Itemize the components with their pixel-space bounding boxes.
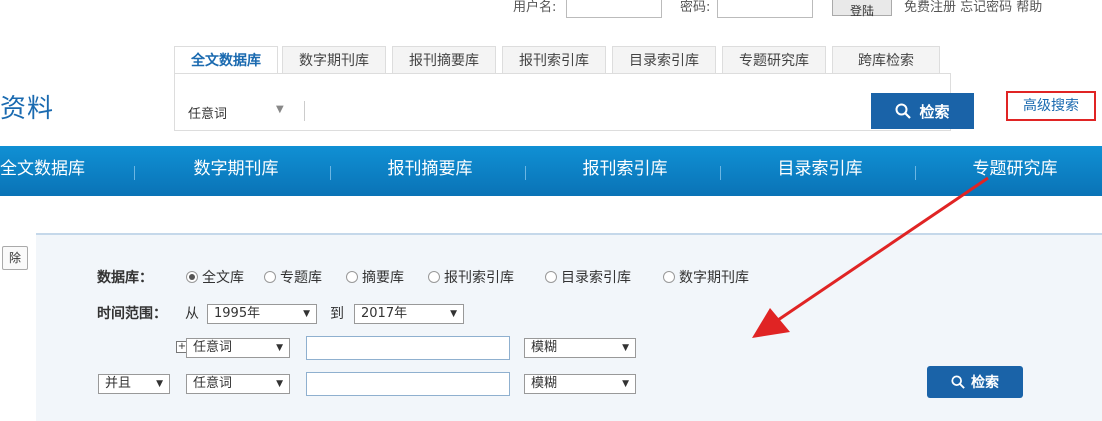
password-input[interactable] [717, 0, 813, 18]
radio-label: 报刊索引库 [444, 270, 514, 286]
login-strip: 用户名: 密码: 登陆 免费注册 忘记密码 帮助 [0, 0, 1102, 34]
row1-match-select[interactable]: 模糊 ▼ [524, 338, 636, 358]
row1-field-select[interactable]: 任意词 ▼ [186, 338, 290, 358]
site-logo: 资料 [0, 94, 55, 124]
search-divider [304, 101, 305, 121]
tab-cross-search[interactable]: 跨库检索 [832, 46, 940, 74]
search-button-label: 检索 [919, 102, 950, 121]
to-year-select[interactable]: 2017年 ▼ [354, 304, 464, 324]
tab-fulltext[interactable]: 全文数据库 [174, 46, 278, 74]
radio-index[interactable]: 报刊索引库 [428, 267, 514, 287]
radio-selected-icon [186, 271, 198, 283]
advanced-search-link[interactable]: 高级搜索 [1006, 91, 1096, 121]
row2-field-value: 任意词 [193, 376, 233, 391]
tab-catalog-index[interactable]: 目录索引库 [612, 46, 716, 74]
to-label: 到 [330, 306, 344, 322]
main-nav [0, 146, 1102, 196]
username-input[interactable] [566, 0, 662, 18]
login-button[interactable]: 登陆 [832, 0, 892, 18]
nav-catalog-index[interactable]: 目录索引库 [760, 146, 880, 196]
nav-digital-journal[interactable]: 数字期刊库 [176, 146, 296, 196]
nav-abstract[interactable]: 报刊摘要库 [370, 146, 490, 196]
search-button[interactable]: 检索 [871, 93, 974, 129]
radio-icon [428, 271, 440, 283]
row2-logic-value: 并且 [105, 376, 132, 391]
radio-catalog-index[interactable]: 目录索引库 [545, 267, 631, 287]
chevron-down-icon: ▼ [303, 309, 310, 319]
to-year-value: 2017年 [361, 306, 408, 321]
row1-field-value: 任意词 [193, 340, 233, 355]
nav-separator [915, 166, 916, 180]
submit-label: 检索 [971, 375, 999, 391]
from-year-select[interactable]: 1995年 ▼ [207, 304, 317, 324]
row1-keyword-input[interactable] [306, 336, 510, 360]
advanced-search-submit-button[interactable]: 检索 [927, 366, 1023, 398]
chevron-down-icon: ▼ [276, 379, 283, 389]
chevron-down-icon: ▼ [622, 343, 629, 353]
search-input[interactable] [310, 98, 869, 126]
tab-abstract[interactable]: 报刊摘要库 [392, 46, 496, 74]
radio-icon [346, 271, 358, 283]
radio-abstract[interactable]: 摘要库 [346, 267, 404, 287]
row2-field-select[interactable]: 任意词 ▼ [186, 374, 290, 394]
from-year-value: 1995年 [214, 306, 261, 321]
from-label: 从 [185, 306, 199, 322]
chevron-down-icon: ▼ [156, 379, 163, 389]
row2-match-value: 模糊 [531, 376, 558, 391]
row2-keyword-input[interactable] [306, 372, 510, 396]
tab-topic-research[interactable]: 专题研究库 [722, 46, 826, 74]
top-links[interactable]: 免费注册 忘记密码 帮助 [904, 0, 1042, 15]
radio-icon [663, 271, 675, 283]
nav-index[interactable]: 报刊索引库 [565, 146, 685, 196]
delete-button[interactable]: 除 [2, 246, 28, 270]
tab-digital-journal[interactable]: 数字期刊库 [282, 46, 386, 74]
nav-separator [330, 166, 331, 180]
nav-topic-research[interactable]: 专题研究库 [955, 146, 1075, 196]
radio-topic[interactable]: 专题库 [264, 267, 322, 287]
nav-fulltext[interactable]: 全文数据库 [0, 146, 94, 196]
tab-index[interactable]: 报刊索引库 [502, 46, 606, 74]
time-range-label: 时间范围： [97, 306, 167, 322]
database-label: 数据库： [97, 270, 153, 286]
radio-label: 数字期刊库 [679, 270, 749, 286]
search-icon [895, 103, 912, 119]
nav-separator [720, 166, 721, 180]
row2-logic-select[interactable]: 并且 ▼ [98, 374, 170, 394]
username-label: 用户名: [513, 0, 557, 15]
radio-icon [545, 271, 557, 283]
nav-separator [525, 166, 526, 180]
chevron-down-icon: ▼ [276, 343, 283, 353]
radio-label: 全文库 [202, 270, 244, 286]
radio-label: 摘要库 [362, 270, 404, 286]
nav-separator [134, 166, 135, 180]
radio-label: 专题库 [280, 270, 322, 286]
chevron-down-icon: ▼ [276, 104, 284, 115]
search-field-label: 任意词 [188, 107, 228, 122]
chevron-down-icon: ▼ [622, 379, 629, 389]
password-label: 密码: [680, 0, 711, 15]
radio-label: 目录索引库 [561, 270, 631, 286]
row2-match-select[interactable]: 模糊 ▼ [524, 374, 636, 394]
chevron-down-icon: ▼ [450, 309, 457, 319]
search-icon [951, 375, 965, 389]
radio-fulltext[interactable]: 全文库 [186, 267, 244, 287]
radio-digital-journal[interactable]: 数字期刊库 [663, 267, 749, 287]
row1-match-value: 模糊 [531, 340, 558, 355]
search-field-select[interactable]: 任意词 ▼ [184, 100, 304, 122]
radio-icon [264, 271, 276, 283]
